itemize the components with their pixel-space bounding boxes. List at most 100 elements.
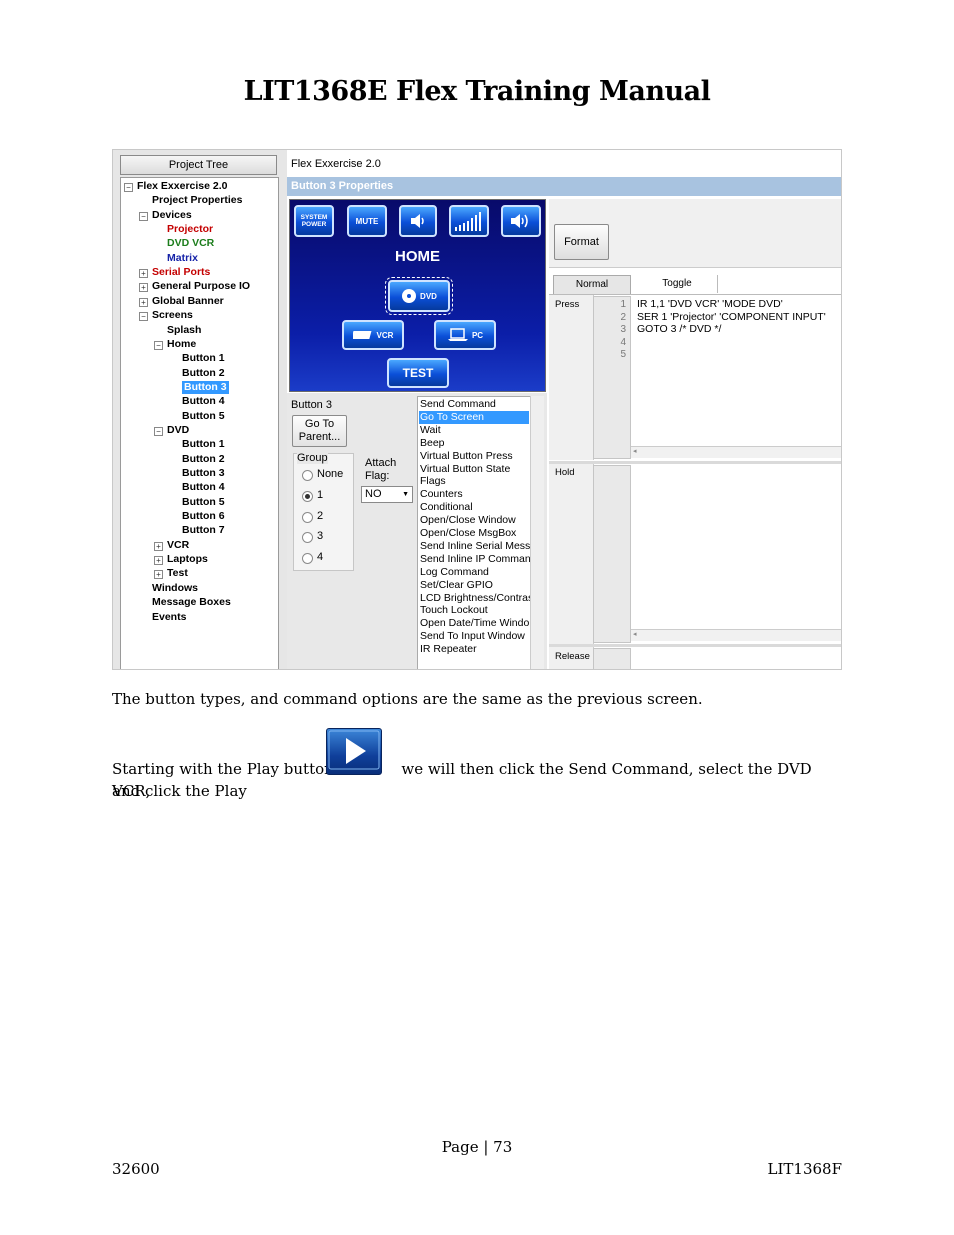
expand-icon[interactable]: + <box>154 570 163 580</box>
command-list-item[interactable]: IR Repeater <box>420 643 477 656</box>
tree-node[interactable]: Matrix <box>167 252 198 265</box>
collapse-icon[interactable]: − <box>154 426 163 436</box>
hold-hscroll[interactable]: ◂ <box>631 629 841 641</box>
tree-node[interactable]: Button 6 <box>182 510 225 523</box>
speaker-high-icon <box>511 214 528 228</box>
group-radio[interactable] <box>302 490 313 502</box>
tree-node[interactable]: Button 3 <box>182 467 225 480</box>
command-list-item[interactable]: LCD Brightness/Contras <box>420 592 533 605</box>
tree-node[interactable]: Projector <box>167 223 213 236</box>
page-number: Page | 73 <box>441 1138 513 1156</box>
tree-node[interactable]: Button 5 <box>182 496 225 509</box>
command-list-item[interactable]: Send Inline IP Comman <box>420 553 531 566</box>
tree-node[interactable]: Splash <box>167 324 201 337</box>
tree-node[interactable]: Button 4 <box>182 481 225 494</box>
expand-icon[interactable]: + <box>154 556 163 566</box>
command-list-item[interactable]: Flags <box>420 475 446 488</box>
volume-level-button[interactable] <box>449 205 489 237</box>
paragraph-2-line-2: and click the Play <box>112 782 247 800</box>
tree-node[interactable]: Screens <box>152 309 193 322</box>
volume-up-button[interactable] <box>501 205 541 237</box>
tree-node[interactable]: Button 5 <box>182 410 225 423</box>
attach-flag-select[interactable]: NO ▼ <box>361 486 413 503</box>
command-list-item[interactable]: Send Command <box>420 398 496 411</box>
tab-normal[interactable]: Normal <box>553 275 631 294</box>
tree-node[interactable]: General Purpose IO <box>152 280 250 293</box>
tree-node[interactable]: Devices <box>152 209 192 222</box>
command-list-item[interactable]: Go To Screen <box>419 410 529 424</box>
tree-node[interactable]: Test <box>167 567 188 580</box>
expand-icon[interactable]: + <box>139 297 148 307</box>
volume-down-button[interactable] <box>399 205 437 237</box>
dvd-button-label: DVD <box>420 291 437 301</box>
format-button[interactable]: Format <box>554 224 609 260</box>
home-screen-title: HOME <box>395 248 440 265</box>
command-list[interactable]: Send Command Go To Screen Wait Beep Virtual … <box>417 396 533 669</box>
collapse-icon[interactable]: − <box>124 183 133 192</box>
command-list-item[interactable]: Open/Close MsgBox <box>420 527 516 540</box>
tree-node[interactable]: Events <box>152 611 186 624</box>
command-list-item[interactable]: Set/Clear GPIO <box>420 579 493 592</box>
tree-node[interactable]: Windows <box>152 582 198 595</box>
command-list-item[interactable]: Send Inline Serial Mess <box>420 540 530 553</box>
properties-header: Button 3 Properties <box>287 177 841 196</box>
tree-node[interactable]: VCR <box>167 539 189 552</box>
vcr-icon <box>352 331 372 339</box>
tree-node[interactable]: Flex Exxercise 2.0 <box>137 180 228 193</box>
command-list-item[interactable]: Open/Close Window <box>420 514 516 527</box>
play-triangle-icon <box>328 730 380 770</box>
project-tree[interactable]: − Flex Exxercise 2.0 Project Properties − De… <box>120 177 279 669</box>
system-power-button[interactable]: SYSTEM POWER <box>294 205 334 237</box>
dvd-button[interactable]: DVD <box>385 277 453 315</box>
tree-node[interactable]: Button 7 <box>182 524 225 537</box>
tree-node[interactable]: Button 2 <box>182 367 225 380</box>
press-code-line[interactable]: SER 1 'Projector' 'COMPONENT INPUT' <box>637 311 826 324</box>
tree-node[interactable]: DVD VCR <box>167 237 214 250</box>
collapse-icon[interactable]: − <box>139 312 148 322</box>
tree-node[interactable]: Serial Ports <box>152 266 210 279</box>
tree-node[interactable]: Button 1 <box>182 352 225 365</box>
command-list-item[interactable]: Virtual Button State <box>420 463 510 476</box>
tree-node[interactable]: Button 3 <box>182 380 229 394</box>
command-list-item[interactable]: Send To Input Window <box>420 630 525 643</box>
expand-icon[interactable]: + <box>139 269 148 279</box>
group-radio[interactable] <box>302 511 313 523</box>
tab-toggle[interactable]: Toggle <box>637 275 718 293</box>
command-list-scrollbar[interactable] <box>530 396 544 669</box>
press-code-line[interactable]: IR 1,1 'DVD VCR' 'MODE DVD' <box>637 298 783 311</box>
press-hscroll[interactable]: ◂ <box>631 446 841 458</box>
tree-node[interactable]: Button 2 <box>182 453 225 466</box>
pc-button-label: PC <box>471 330 484 340</box>
tree-node[interactable]: Button 4 <box>182 395 225 408</box>
command-list-item[interactable]: Open Date/Time Windo <box>420 617 529 630</box>
expand-icon[interactable]: + <box>139 283 148 293</box>
tree-node[interactable]: Project Properties <box>152 194 242 207</box>
command-list-item[interactable]: Counters <box>420 488 463 501</box>
project-tree-panel: Project Tree − Flex Exxercise 2.0 Project … <box>113 150 287 669</box>
collapse-icon[interactable]: − <box>154 340 163 350</box>
properties-area: Flex Exxercise 2.0 Button 3 Properties S… <box>287 150 841 669</box>
mute-button[interactable]: MUTE <box>347 205 387 237</box>
tree-node[interactable]: Global Banner <box>152 295 224 308</box>
go-to-parent-button[interactable]: Go To Parent... <box>292 415 347 447</box>
line-number: 2 <box>620 311 626 323</box>
tree-node[interactable]: DVD <box>167 424 189 437</box>
command-list-item[interactable]: Conditional <box>420 501 473 514</box>
command-list-item[interactable]: Beep <box>420 437 445 450</box>
command-list-item[interactable]: Virtual Button Press <box>420 450 513 463</box>
command-list-item[interactable]: Log Command <box>420 566 489 579</box>
group-radio[interactable] <box>302 470 313 481</box>
tree-node[interactable]: Laptops <box>167 553 208 566</box>
command-list-item[interactable]: Touch Lockout <box>420 604 488 617</box>
tree-node[interactable]: Message Boxes <box>152 596 231 609</box>
press-line-gutter: 12345 <box>593 296 631 459</box>
vcr-button[interactable]: VCR <box>342 320 404 350</box>
collapse-icon[interactable]: − <box>139 211 148 221</box>
pc-button[interactable]: PC <box>434 320 496 350</box>
tree-node[interactable]: Home <box>167 338 196 351</box>
expand-icon[interactable]: + <box>154 541 163 551</box>
test-button[interactable]: TEST <box>387 358 449 388</box>
press-code-line[interactable]: GOTO 3 /* DVD */ <box>637 323 721 336</box>
tree-node[interactable]: Button 1 <box>182 438 225 451</box>
command-list-item[interactable]: Wait <box>420 424 441 437</box>
